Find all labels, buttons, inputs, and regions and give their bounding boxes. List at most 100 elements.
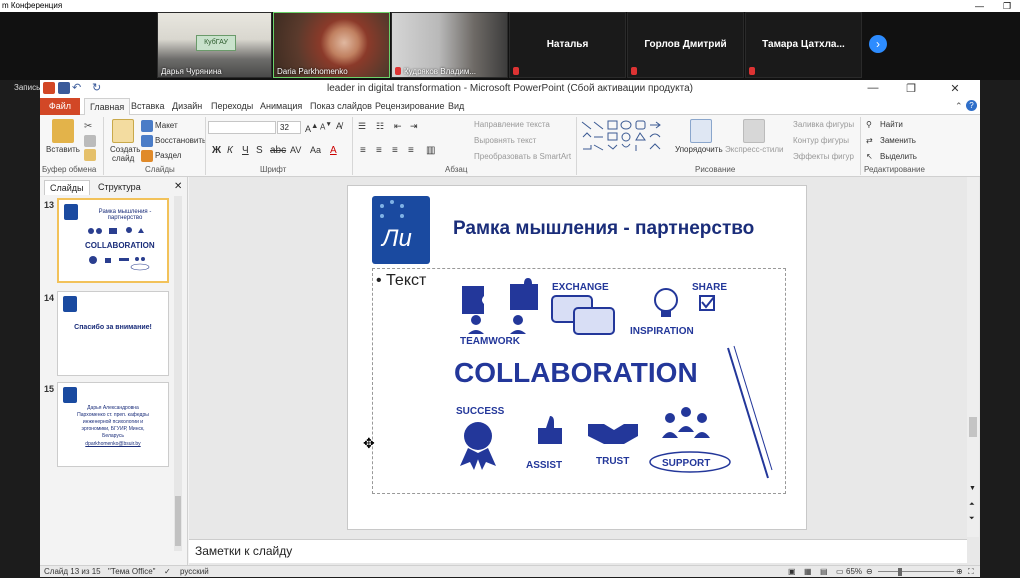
increase-indent-icon[interactable]: ⇥ xyxy=(410,121,418,132)
new-slide-button-line2[interactable]: слайд xyxy=(112,154,134,163)
bullets-icon[interactable]: ☰ xyxy=(358,121,366,132)
close-icon[interactable]: ✕ xyxy=(940,82,970,95)
tab-review[interactable]: Рецензирование xyxy=(370,98,450,115)
align-left-icon[interactable]: ≡ xyxy=(360,145,366,156)
slide-scrollbar[interactable]: ▼ ⏶ ⏷ xyxy=(967,177,979,537)
zoom-slider[interactable] xyxy=(878,571,954,572)
video-tile-active-speaker[interactable]: Daria Parkhomenko xyxy=(273,12,390,78)
change-case-icon[interactable]: Aa xyxy=(310,145,321,155)
section-button[interactable]: Раздел xyxy=(155,151,181,160)
tab-slideshow[interactable]: Показ слайдов xyxy=(305,98,377,115)
language[interactable]: русский xyxy=(180,566,209,578)
quick-styles-icon[interactable] xyxy=(743,119,765,143)
new-slide-icon[interactable] xyxy=(112,119,134,143)
video-tile[interactable]: Тамара Цатхла... xyxy=(745,12,862,78)
align-text-button[interactable]: Выровнять текст xyxy=(474,136,536,145)
help-icon[interactable]: ? xyxy=(966,100,977,111)
strikethrough-icon[interactable]: abc xyxy=(270,145,286,156)
shape-fill-button[interactable]: Заливка фигуры xyxy=(793,120,854,129)
shapes-gallery[interactable] xyxy=(580,119,666,161)
reading-view-icon[interactable]: ▤ xyxy=(820,566,828,578)
clear-format-icon[interactable]: A̸ xyxy=(336,121,342,131)
reset-button[interactable]: Восстановить xyxy=(155,136,206,145)
slide-thumbnail-15[interactable]: Дарья Александровна Пархоменко ст. преп.… xyxy=(57,382,169,467)
shape-outline-button[interactable]: Контур фигуры xyxy=(793,136,849,145)
shape-effects-button[interactable]: Эффекты фигур xyxy=(793,152,854,161)
slide-thumbnail-14[interactable]: Спасибо за внимание! xyxy=(57,291,169,376)
restore-icon[interactable]: ❐ xyxy=(896,82,926,95)
theme-name[interactable]: "Тема Office" xyxy=(108,566,156,578)
layout-button[interactable]: Макет xyxy=(155,121,178,130)
arrange-button[interactable]: Упорядочить xyxy=(675,145,723,154)
video-tile[interactable]: Горлов Дмитрий xyxy=(627,12,744,78)
new-slide-button[interactable]: Создать xyxy=(110,145,140,154)
smartart-button[interactable]: Преобразовать в SmartArt xyxy=(474,152,571,161)
align-center-icon[interactable]: ≡ xyxy=(376,145,382,156)
font-size-field[interactable]: 32 xyxy=(277,121,301,134)
find-button[interactable]: Найти xyxy=(880,120,903,129)
replace-button[interactable]: Заменить xyxy=(880,136,916,145)
spellcheck-icon[interactable]: ✓ xyxy=(164,566,171,578)
slide-thumbnail-13[interactable]: Рамка мышления - партнерство COLLABORATI… xyxy=(57,198,169,283)
tab-file[interactable]: Файл xyxy=(40,98,80,115)
char-spacing-icon[interactable]: AV xyxy=(290,145,301,155)
quick-styles-button[interactable]: Экспресс-стили xyxy=(725,145,784,154)
decrease-indent-icon[interactable]: ⇤ xyxy=(394,121,402,132)
tab-outline[interactable]: Структура xyxy=(93,180,146,195)
close-icon[interactable]: ✕ xyxy=(174,181,182,192)
tab-insert[interactable]: Вставка xyxy=(126,98,169,115)
columns-icon[interactable]: ▥ xyxy=(426,145,435,156)
current-slide[interactable]: Ли Рамка мышления - партнерство • Текст … xyxy=(347,185,807,530)
fit-slide-icon[interactable]: ⛶ xyxy=(968,566,974,578)
slide-title[interactable]: Рамка мышления - партнерство xyxy=(453,218,754,240)
font-family-field[interactable] xyxy=(208,121,276,134)
paste-icon[interactable] xyxy=(52,119,74,143)
tab-slides[interactable]: Слайды xyxy=(44,180,90,195)
slideshow-icon[interactable]: ▭ xyxy=(836,566,844,578)
notes-pane[interactable]: Заметки к слайду xyxy=(189,539,967,563)
zoom-in-icon[interactable]: ⊕ xyxy=(956,566,963,578)
scroll-down-icon[interactable]: ▼ xyxy=(969,485,976,492)
underline-icon[interactable]: Ч xyxy=(242,145,249,156)
zoom-out-icon[interactable]: ⊖ xyxy=(866,566,873,578)
video-tile[interactable]: Наталья xyxy=(509,12,626,78)
bold-icon[interactable]: Ж xyxy=(212,145,221,156)
scrollbar-thumb[interactable] xyxy=(969,417,977,437)
numbering-icon[interactable]: ☷ xyxy=(376,121,384,132)
copy-icon[interactable] xyxy=(84,135,96,147)
tab-home[interactable]: Главная xyxy=(84,98,131,115)
slide-sorter-icon[interactable]: ▦ xyxy=(804,566,812,578)
tab-animation[interactable]: Анимация xyxy=(255,98,307,115)
format-painter-icon[interactable] xyxy=(84,149,96,161)
zoom-slider-thumb[interactable] xyxy=(898,568,902,576)
tab-transitions[interactable]: Переходы xyxy=(206,98,258,115)
minimize-icon[interactable]: — xyxy=(858,82,888,94)
next-page-button[interactable]: › xyxy=(869,35,887,53)
justify-icon[interactable]: ≡ xyxy=(408,145,414,156)
next-slide-icon[interactable]: ⏷ xyxy=(969,515,975,523)
align-right-icon[interactable]: ≡ xyxy=(392,145,398,156)
shrink-font-icon[interactable]: A▼ xyxy=(320,121,332,132)
normal-view-icon[interactable]: ▣ xyxy=(788,566,796,578)
minimize-icon[interactable]: — xyxy=(975,0,984,12)
tab-design[interactable]: Дизайн xyxy=(167,98,207,115)
italic-icon[interactable]: К xyxy=(227,145,233,156)
video-tile[interactable]: КубГАУ Дарья Чурянина xyxy=(157,12,272,78)
previous-slide-icon[interactable]: ⏶ xyxy=(969,501,975,509)
scrollbar-thumb[interactable] xyxy=(175,496,181,546)
shadow-icon[interactable]: S xyxy=(256,145,263,156)
select-button[interactable]: Выделить xyxy=(880,152,917,161)
panel-scrollbar[interactable] xyxy=(174,196,182,551)
grow-font-icon[interactable]: A▲ xyxy=(305,121,318,134)
video-tile[interactable]: Кудряков Владим... xyxy=(391,12,508,78)
text-direction-button[interactable]: Направление текста xyxy=(474,120,550,129)
bullet-text[interactable]: • Текст xyxy=(376,272,426,290)
zoom-level[interactable]: 65% xyxy=(846,566,862,578)
arrange-icon[interactable] xyxy=(690,119,712,143)
font-color-icon[interactable]: A xyxy=(330,145,337,156)
tab-view[interactable]: Вид xyxy=(443,98,469,115)
restore-icon[interactable]: ❐ xyxy=(1003,0,1011,12)
chevron-up-icon[interactable]: ⌃ xyxy=(955,101,963,112)
cut-icon[interactable]: ✂ xyxy=(84,121,96,133)
paste-button[interactable]: Вставить xyxy=(46,145,80,154)
